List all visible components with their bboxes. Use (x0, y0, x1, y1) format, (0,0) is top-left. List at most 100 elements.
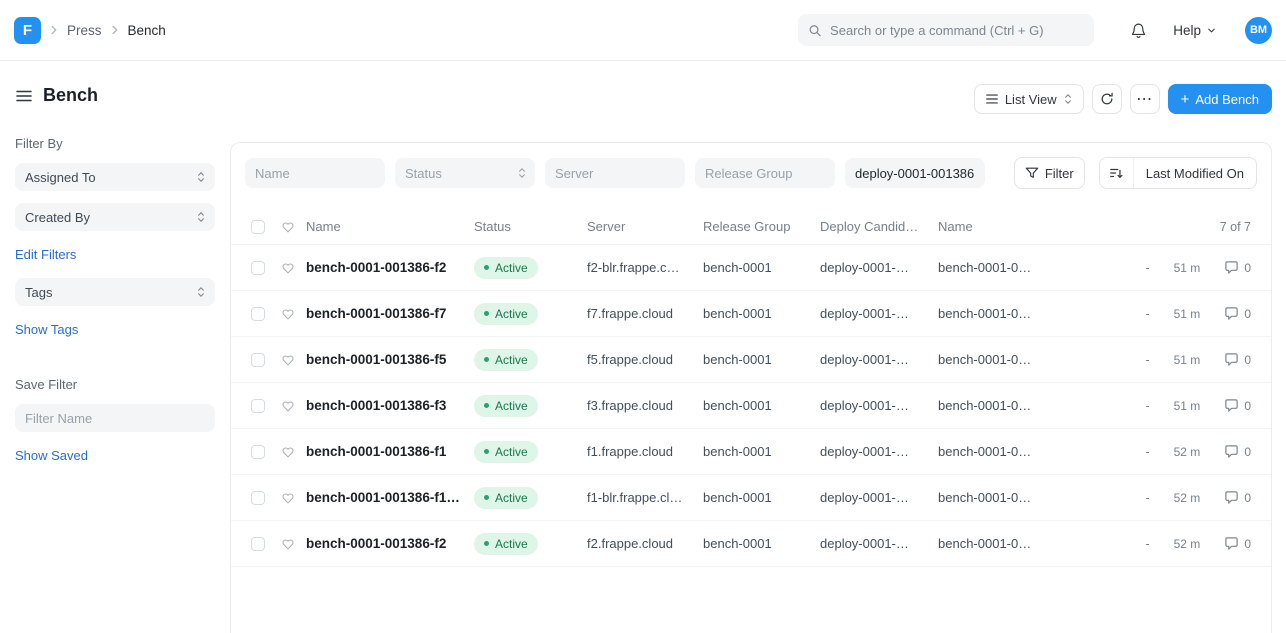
row-favorite-button[interactable] (281, 307, 295, 321)
breadcrumb-bench[interactable]: Bench (128, 23, 166, 38)
global-search[interactable] (798, 14, 1094, 46)
select-chevrons-icon (196, 286, 206, 298)
name-filter-input[interactable] (245, 158, 385, 188)
table-row[interactable]: bench-0001-001386-f2 Active f2-blr.frapp… (231, 245, 1271, 291)
chevron-right-icon (108, 23, 122, 37)
status-badge: Active (474, 349, 538, 371)
edit-filters-link[interactable]: Edit Filters (15, 247, 76, 262)
bench-name-cell[interactable]: bench-0001-001386-f7 (306, 306, 474, 321)
table-row[interactable]: bench-0001-001386-f1… Active f1-blr.frap… (231, 475, 1271, 521)
bench-name-cell[interactable]: bench-0001-001386-f1 (306, 444, 474, 459)
more-options-button[interactable]: ⋯ (1130, 84, 1160, 114)
column-header-deploy-candidate: Deploy Candid… (820, 219, 938, 234)
row-meta: - 51 m 0 (1145, 352, 1251, 367)
sort-direction-button[interactable] (1100, 158, 1134, 188)
docname-cell: bench-0001-0… (938, 536, 1046, 551)
row-favorite-button[interactable] (281, 537, 295, 551)
created-by-select[interactable]: Created By (15, 203, 215, 231)
table-row[interactable]: bench-0001-001386-f7 Active f7.frappe.cl… (231, 291, 1271, 337)
sort-icon (1109, 166, 1123, 180)
bench-name-cell[interactable]: bench-0001-001386-f5 (306, 352, 474, 367)
comments-cell[interactable]: 0 (1224, 352, 1251, 367)
search-input[interactable] (830, 23, 1084, 38)
row-favorite-button[interactable] (281, 261, 295, 275)
server-cell: f2-blr.frappe.c… (587, 260, 703, 275)
tag-cell: - (1145, 353, 1149, 367)
status-label: Active (495, 399, 528, 413)
comment-icon (1224, 444, 1239, 459)
comments-cell[interactable]: 0 (1224, 444, 1251, 459)
status-filter-select[interactable]: Status (395, 158, 535, 188)
server-filter-input[interactable] (545, 158, 685, 188)
filter-button[interactable]: Filter (1014, 157, 1085, 189)
table-row[interactable]: bench-0001-001386-f1 Active f1.frappe.cl… (231, 429, 1271, 475)
row-checkbox[interactable] (251, 399, 265, 413)
user-avatar[interactable]: BM (1245, 17, 1272, 44)
comments-cell[interactable]: 0 (1224, 306, 1251, 321)
heart-icon (281, 445, 295, 459)
select-all-checkbox[interactable] (251, 220, 265, 234)
assigned-to-select[interactable]: Assigned To (15, 163, 215, 191)
row-favorite-button[interactable] (281, 445, 295, 459)
deploy-candidate-filter-input[interactable] (845, 158, 985, 188)
bench-name-cell[interactable]: bench-0001-001386-f2 (306, 260, 474, 275)
row-checkbox[interactable] (251, 537, 265, 551)
refresh-button[interactable] (1092, 84, 1122, 114)
status-badge: Active (474, 257, 538, 279)
status-dot-icon (484, 495, 489, 500)
row-favorite-button[interactable] (281, 491, 295, 505)
status-cell: Active (474, 487, 587, 509)
row-checkbox[interactable] (251, 261, 265, 275)
heart-icon (281, 220, 295, 234)
heart-icon (281, 399, 295, 413)
row-checkbox[interactable] (251, 353, 265, 367)
breadcrumb-press[interactable]: Press (67, 23, 102, 38)
deploy-candidate-cell: deploy-0001-… (820, 536, 938, 551)
filter-name-input[interactable] (15, 404, 215, 432)
release-group-cell: bench-0001 (703, 490, 820, 505)
heart-icon (281, 537, 295, 551)
page-title: Bench (43, 85, 98, 106)
show-tags-link[interactable]: Show Tags (15, 322, 78, 337)
help-menu[interactable]: Help (1173, 23, 1217, 38)
row-checkbox[interactable] (251, 445, 265, 459)
main-content: List View ⋯ + Add Bench Status (230, 61, 1286, 633)
sort-field-button[interactable]: Last Modified On (1134, 166, 1256, 181)
result-count: 7 of 7 (1220, 220, 1251, 234)
show-saved-link[interactable]: Show Saved (15, 448, 88, 463)
tags-select[interactable]: Tags (15, 278, 215, 306)
status-dot-icon (484, 311, 489, 316)
table-row[interactable]: bench-0001-001386-f5 Active f5.frappe.cl… (231, 337, 1271, 383)
comments-cell[interactable]: 0 (1224, 260, 1251, 275)
bench-name-cell[interactable]: bench-0001-001386-f2 (306, 536, 474, 551)
table-row[interactable]: bench-0001-001386-f3 Active f3.frappe.cl… (231, 383, 1271, 429)
bench-name-cell[interactable]: bench-0001-001386-f1… (306, 490, 474, 505)
funnel-icon (1025, 166, 1039, 180)
sidebar-toggle-button[interactable] (15, 87, 33, 105)
notifications-button[interactable] (1130, 22, 1147, 39)
release-group-filter-input[interactable] (695, 158, 835, 188)
help-label: Help (1173, 23, 1201, 38)
chevron-down-icon (1206, 25, 1217, 36)
row-meta: - 51 m 0 (1145, 260, 1251, 275)
filter-by-label: Filter By (15, 136, 215, 151)
hamburger-icon (15, 87, 33, 105)
frappe-logo[interactable]: F (14, 17, 41, 44)
add-bench-button[interactable]: + Add Bench (1168, 84, 1272, 114)
row-checkbox[interactable] (251, 307, 265, 321)
view-switcher-button[interactable]: List View (974, 84, 1084, 114)
table-row[interactable]: bench-0001-001386-f2 Active f2.frappe.cl… (231, 521, 1271, 567)
deploy-candidate-cell: deploy-0001-… (820, 352, 938, 367)
comment-count: 0 (1244, 399, 1251, 413)
row-checkbox[interactable] (251, 491, 265, 505)
comments-cell[interactable]: 0 (1224, 398, 1251, 413)
row-favorite-button[interactable] (281, 353, 295, 367)
status-cell: Active (474, 441, 587, 463)
comments-cell[interactable]: 0 (1224, 490, 1251, 505)
bench-name-cell[interactable]: bench-0001-001386-f3 (306, 398, 474, 413)
top-bar: F Press Bench Help BM (0, 0, 1286, 61)
row-favorite-button[interactable] (281, 399, 295, 413)
comments-cell[interactable]: 0 (1224, 536, 1251, 551)
comment-icon (1224, 398, 1239, 413)
plus-icon: + (1181, 91, 1190, 108)
